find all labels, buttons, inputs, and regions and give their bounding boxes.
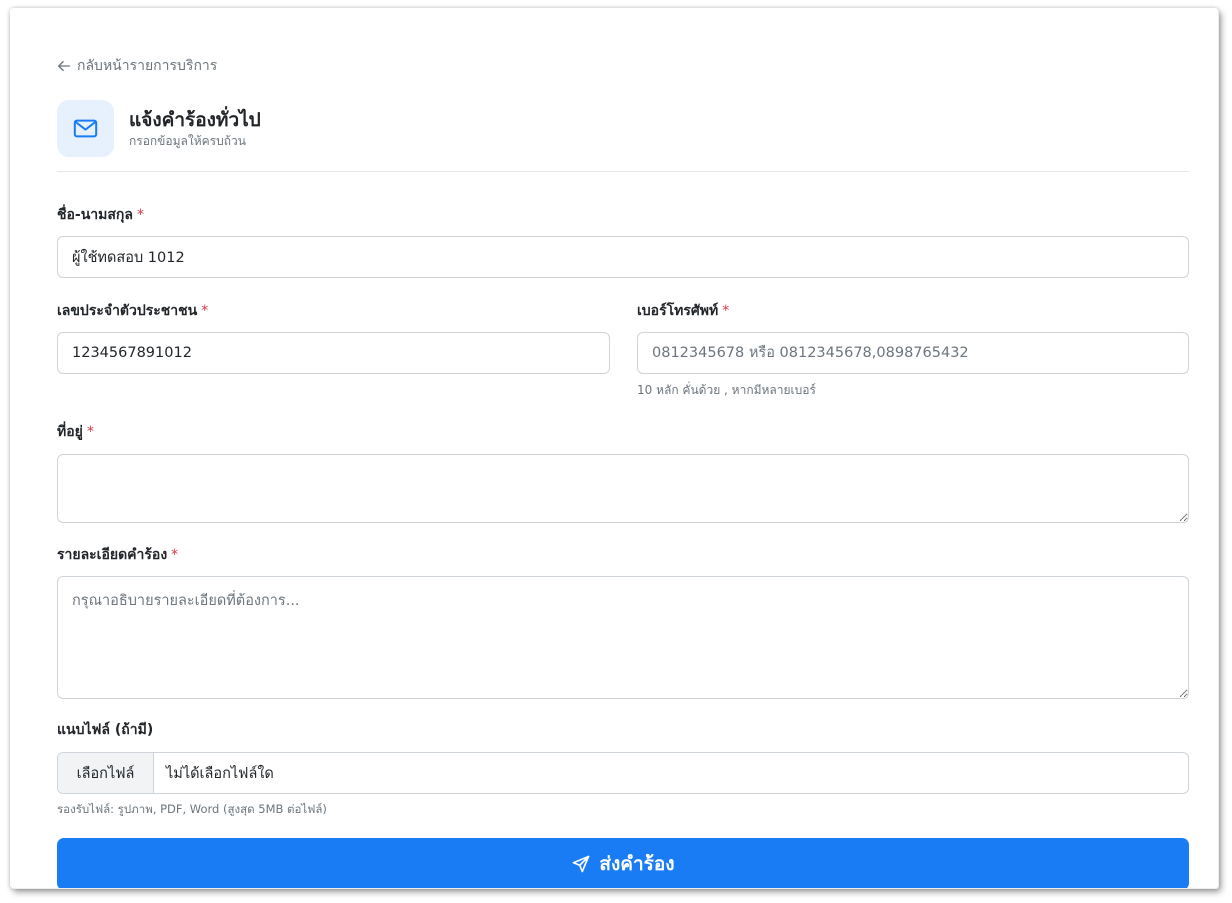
full-name-label-text: ชื่อ-นามสกุล — [57, 207, 133, 223]
details-label: รายละเอียดคำร้อง * — [57, 546, 178, 564]
citizen-id-label: เลขประจำตัวประชาชน * — [57, 302, 208, 320]
attachment-label: แนบไฟล์ (ถ้ามี) — [57, 722, 154, 738]
required-mark: * — [171, 547, 179, 563]
details-textarea[interactable] — [57, 576, 1189, 699]
phone-input[interactable] — [637, 332, 1189, 374]
address-label-text: ที่อยู่ — [57, 424, 83, 440]
choose-file-button[interactable]: เลือกไฟล์ — [58, 753, 154, 793]
page-subtitle: กรอกข้อมูลให้ครบถ้วน — [129, 134, 246, 148]
file-input[interactable]: เลือกไฟล์ ไม่ได้เลือกไฟล์ใด — [57, 752, 1189, 794]
envelope-icon — [73, 119, 98, 138]
attachment-help-text: รองรับไฟล์: รูปภาพ, PDF, Word (สูงสุด 5M… — [57, 802, 327, 816]
submit-label: ส่งคำร้อง — [599, 853, 675, 875]
phone-help-text: 10 หลัก คั่นด้วย , หากมีหลายเบอร์ — [637, 383, 816, 397]
send-icon — [573, 855, 590, 873]
citizen-id-label-text: เลขประจำตัวประชาชน — [57, 303, 198, 319]
details-label-text: รายละเอียดคำร้อง — [57, 547, 168, 563]
back-to-services-link[interactable]: กลับหน้ารายการบริการ — [57, 56, 217, 76]
required-mark: * — [136, 207, 144, 223]
file-status-text: ไม่ได้เลือกไฟล์ใด — [166, 765, 274, 782]
back-link-label: กลับหน้ารายการบริการ — [77, 58, 218, 74]
full-name-label: ชื่อ-นามสกุล * — [57, 206, 144, 224]
address-textarea[interactable] — [57, 454, 1189, 523]
header-text: แจ้งคำร้องทั่วไป กรอกข้อมูลให้ครบถ้วน — [129, 108, 261, 149]
required-mark: * — [201, 303, 209, 319]
full-name-input[interactable] — [57, 236, 1189, 278]
address-label: ที่อยู่ * — [57, 423, 94, 441]
required-mark: * — [722, 303, 730, 319]
citizen-id-input[interactable] — [57, 332, 610, 374]
page-header: แจ้งคำร้องทั่วไป กรอกข้อมูลให้ครบถ้วน — [57, 100, 261, 157]
header-icon-box — [57, 100, 114, 157]
phone-label-text: เบอร์โทรศัพท์ — [637, 303, 719, 319]
required-mark: * — [86, 424, 94, 440]
request-form-card: กลับหน้ารายการบริการ แจ้งคำร้องทั่วไป กร… — [10, 8, 1218, 888]
phone-label: เบอร์โทรศัพท์ * — [637, 302, 729, 320]
submit-request-button[interactable]: ส่งคำร้อง — [57, 838, 1189, 888]
header-divider — [57, 171, 1189, 172]
arrow-left-icon — [58, 60, 70, 72]
page-title: แจ้งคำร้องทั่วไป — [129, 109, 261, 131]
